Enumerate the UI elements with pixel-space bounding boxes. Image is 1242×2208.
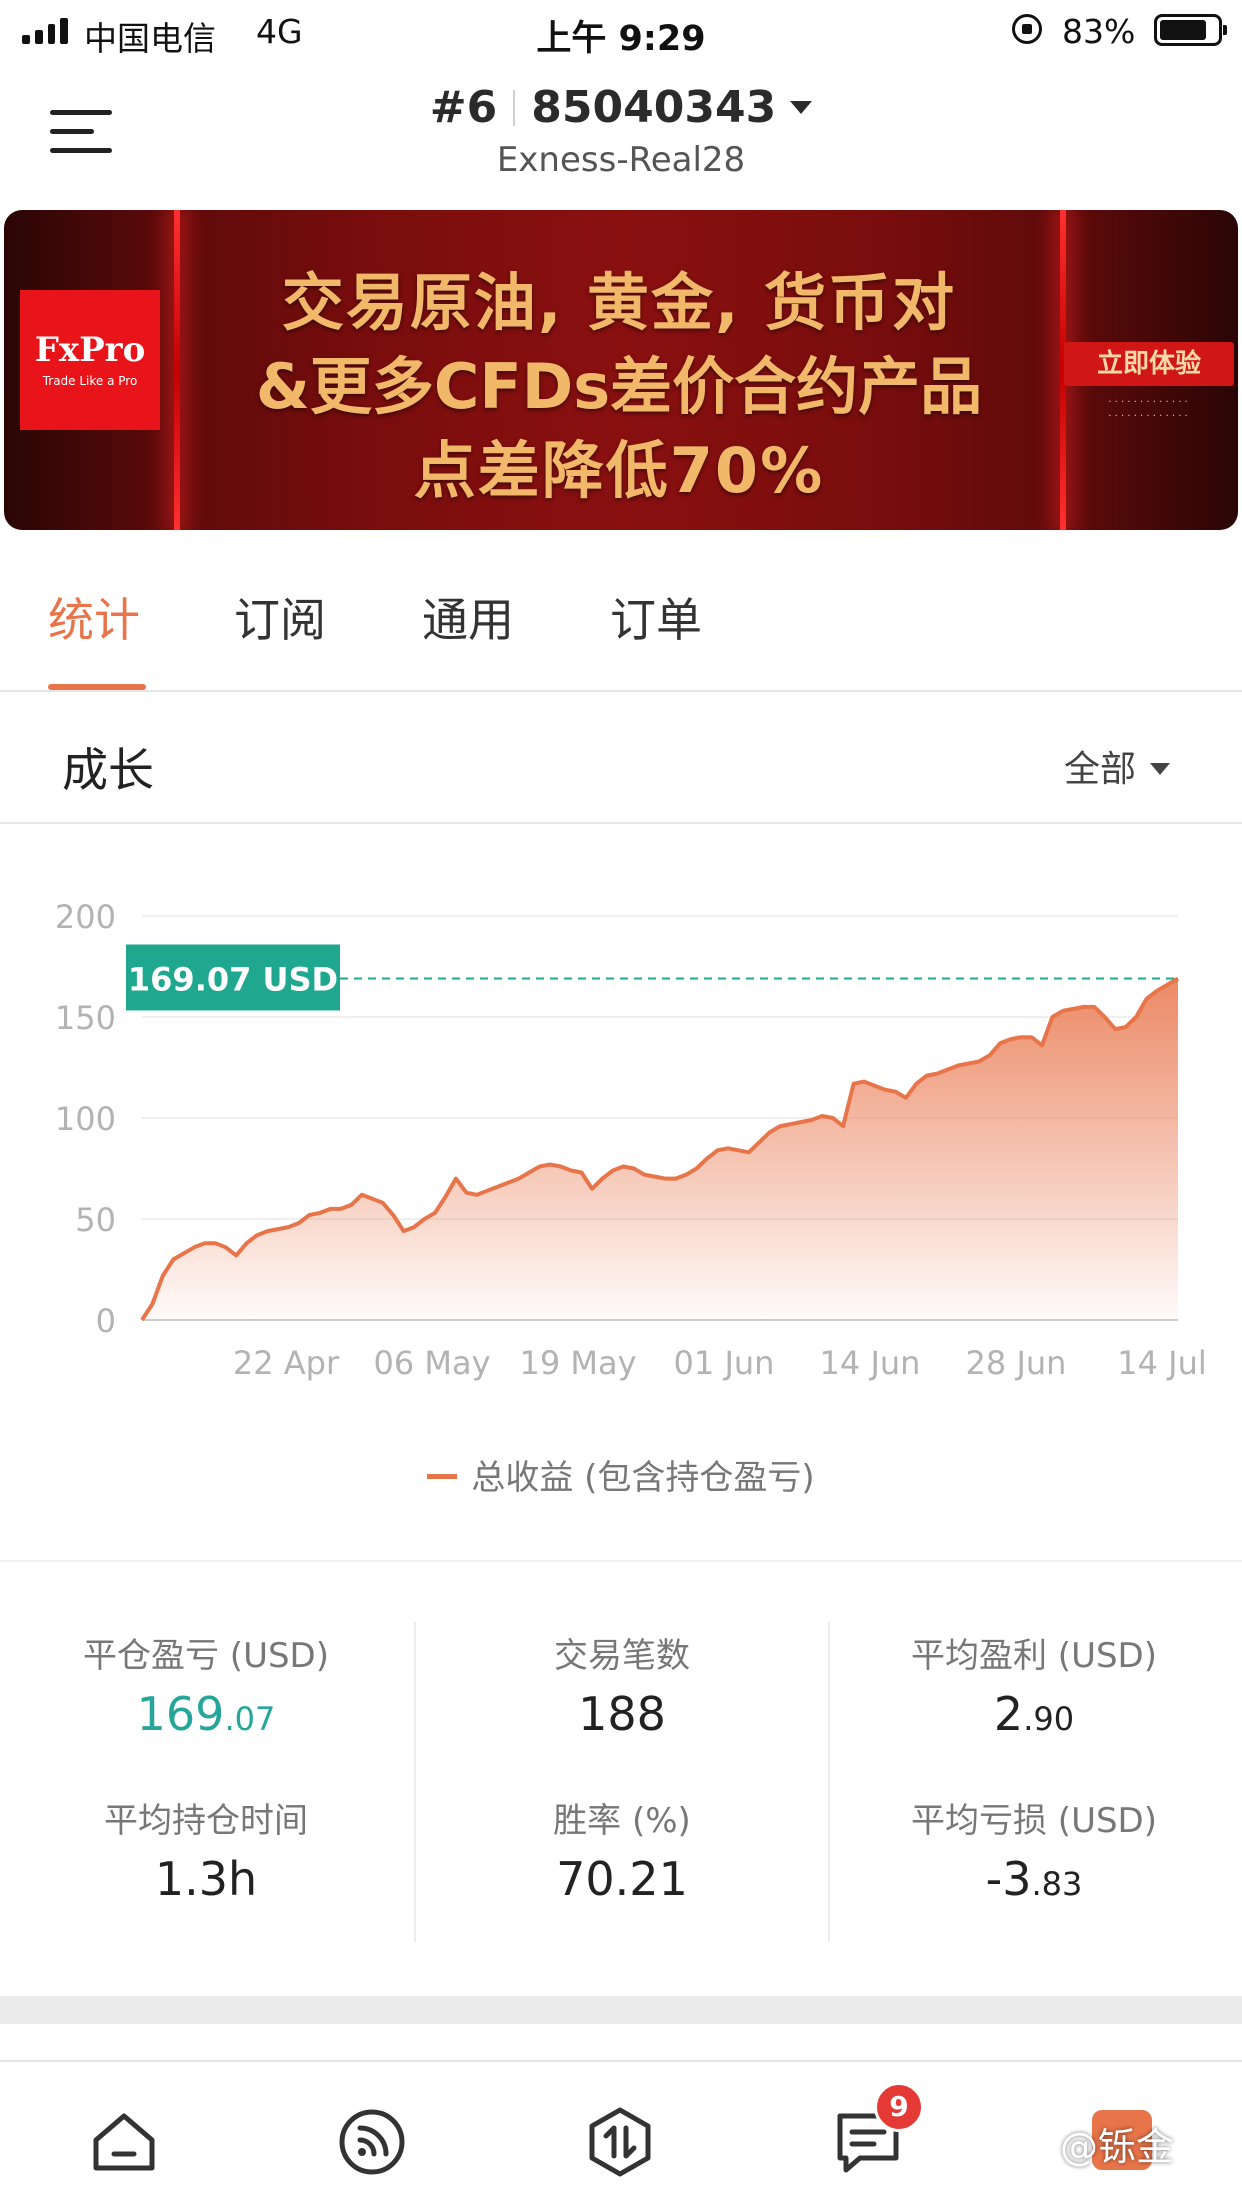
banner-fine-print: · · · · · · · · · · · · · · · · · · · · ·… (1108, 397, 1188, 422)
growth-chart-svg: 0 50 100 150 200 169.07 USD 22 Apr 06 May 19 May… (55, 898, 1207, 1382)
nav-home-icon[interactable] (88, 2106, 160, 2178)
y-tick-label: 0 (96, 1302, 116, 1340)
x-tick-label: 19 May (519, 1344, 636, 1382)
banner-headline-line2: &更多CFDs差价合约产品 (255, 350, 983, 423)
closed-pnl-label: 平仓盈亏 (USD) (83, 1636, 329, 1676)
current-value-label: 169.07 USD (128, 960, 338, 998)
battery-icon (1154, 14, 1227, 46)
banner-cta-button[interactable]: 立即体验 (1064, 342, 1234, 386)
app-header: #6 85040343 Exness-Real28 (0, 62, 1242, 202)
chart-legend: 总收益 (包含持仓盈亏) (0, 1450, 1242, 1499)
tab-orders[interactable]: 订单 (610, 584, 702, 650)
watermark: @铄金 (1060, 2125, 1175, 2169)
tab-bar: 统计 订阅 通用 订单 (0, 540, 1242, 692)
legend-swatch (427, 1474, 458, 1479)
growth-header: 成长 全部 (0, 692, 1242, 824)
account-selector[interactable]: #6 85040343 (0, 82, 1242, 133)
stats-panel: 平仓盈亏 (USD) 169.07 平均持仓时间 1.3h 交易笔数 188 胜… (0, 1560, 1242, 1996)
nav-signals-icon[interactable] (336, 2106, 408, 2178)
status-bar: 中国电信 4G 上午 9:29 83% (0, 0, 1242, 62)
nav-messages-icon[interactable]: 9 (832, 2082, 924, 2178)
battery-percent: 83% (1062, 12, 1136, 51)
y-tick-label: 50 (75, 1201, 116, 1239)
avg-loss-label: 平均亏损 (USD) (911, 1801, 1157, 1841)
range-dropdown-value: 全部 (1064, 749, 1137, 790)
x-tick-label: 22 Apr (233, 1344, 340, 1382)
nav-trade-icon[interactable] (584, 2106, 656, 2178)
x-tick-label: 01 Jun (674, 1344, 775, 1382)
rotation-lock-icon (1012, 14, 1042, 44)
x-tick-label: 06 May (373, 1344, 490, 1382)
y-tick-label: 150 (55, 999, 116, 1037)
tab-statistics[interactable]: 统计 (48, 584, 140, 650)
status-time: 上午 9:29 (536, 19, 706, 59)
y-tick-label: 100 (55, 1100, 116, 1138)
banner-headline-line1: 交易原油, 黄金, 货币对 (281, 266, 957, 339)
range-dropdown[interactable]: 全部 (1064, 740, 1171, 792)
avg-profit-value: 2.90 (993, 1687, 1075, 1741)
bottom-nav: 9 (0, 2060, 1242, 2208)
y-tick-label: 200 (55, 898, 116, 936)
stats-column-1: 平仓盈亏 (USD) 169.07 平均持仓时间 1.3h (0, 1622, 412, 1942)
win-rate-value: 70.21 (556, 1852, 688, 1906)
active-tab-indicator (48, 684, 146, 690)
series-area (142, 978, 1178, 1320)
x-tick-label: 28 Jun (966, 1344, 1067, 1382)
avg-profit-label: 平均盈利 (USD) (911, 1636, 1157, 1676)
stats-column-2: 交易笔数 188 胜率 (%) 70.21 (414, 1622, 830, 1942)
avg-hold-time-value: 1.3h (154, 1852, 258, 1906)
chevron-down-icon (790, 101, 813, 114)
trade-count-label: 交易笔数 (554, 1636, 690, 1676)
closed-pnl-value: 169.07 (136, 1687, 276, 1741)
avg-loss-value: -3.83 (985, 1852, 1083, 1906)
legend-label: 总收益 (包含持仓盈亏) (471, 1458, 815, 1498)
avg-hold-time-label: 平均持仓时间 (104, 1801, 308, 1841)
growth-title: 成长 (62, 743, 154, 797)
tab-subscribe[interactable]: 订阅 (234, 584, 326, 650)
account-rank: #6 (429, 82, 498, 133)
x-tick-label: 14 Jun (820, 1344, 921, 1382)
win-rate-label: 胜率 (%) (553, 1801, 691, 1841)
section-divider (0, 1996, 1242, 2024)
trade-count-value: 188 (578, 1687, 666, 1741)
banner-headline-line3: 点差降低70% (413, 434, 825, 507)
tab-general[interactable]: 通用 (422, 584, 514, 650)
messages-badge: 9 (874, 2082, 924, 2132)
server-name: Exness-Real28 (496, 140, 746, 180)
stats-column-3: 平均盈利 (USD) 2.90 平均亏损 (USD) -3.83 (828, 1622, 1240, 1942)
chevron-down-icon (1150, 763, 1171, 775)
x-tick-label: 14 Jul (1117, 1344, 1207, 1382)
account-number: 85040343 (531, 82, 777, 133)
promo-banner[interactable]: FxPro Trade Like a Pro 交易原油, 黄金, 货币对 &更多… (4, 210, 1238, 530)
fxpro-logo: FxPro Trade Like a Pro (20, 290, 160, 430)
